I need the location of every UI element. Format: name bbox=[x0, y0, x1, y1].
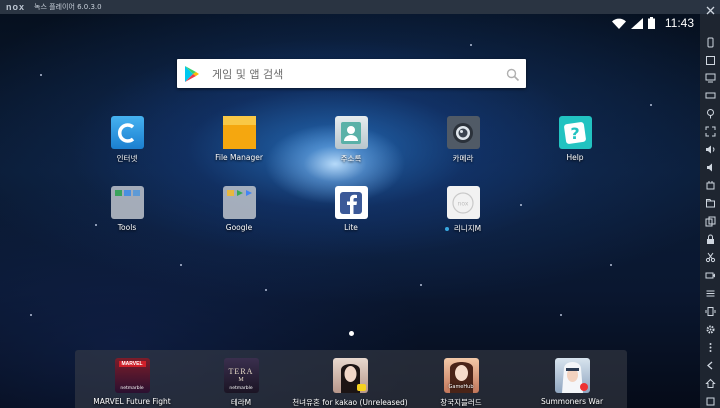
dock-app-marvel-future-fight[interactable]: MARVEL netmarble MARVEL Future Fight bbox=[72, 358, 192, 406]
dock-app-changuk-blood[interactable]: GameHub 창국지블러드 bbox=[401, 358, 521, 408]
app-camera[interactable]: 카메라 bbox=[423, 116, 503, 164]
dock-app-tera-m[interactable]: TERA M netmarble 테라M bbox=[181, 358, 301, 408]
battery-icon bbox=[647, 16, 655, 29]
svg-text:?: ? bbox=[570, 124, 579, 143]
apk-install-icon[interactable] bbox=[704, 179, 716, 191]
dock-app-label: MARVEL Future Fight bbox=[93, 397, 171, 406]
more-icon[interactable] bbox=[704, 341, 716, 353]
keyboard-icon[interactable] bbox=[704, 89, 716, 101]
back-icon[interactable] bbox=[704, 359, 716, 371]
window-title: 녹스 플레이어 6.0.3.0 bbox=[34, 3, 102, 11]
app-tools-folder[interactable]: Tools bbox=[87, 186, 167, 232]
contacts-icon bbox=[334, 116, 368, 149]
dock-app-label: 테라M bbox=[230, 398, 252, 407]
home-icon[interactable] bbox=[704, 377, 716, 389]
search-icon[interactable] bbox=[506, 67, 520, 81]
app-label: 인터넷 bbox=[116, 154, 138, 163]
star bbox=[470, 44, 472, 46]
marvel-logo-text: MARVEL bbox=[118, 361, 146, 367]
dock-app-label: 창국지블러드 bbox=[440, 398, 482, 407]
summoners-war-icon bbox=[554, 358, 590, 393]
star bbox=[40, 74, 42, 76]
signal-icon bbox=[630, 17, 643, 29]
star bbox=[420, 284, 422, 286]
app-label: 리니지M bbox=[444, 223, 482, 234]
search-placeholder[interactable]: 게임 및 앱 검색 bbox=[212, 66, 506, 82]
android-home-screen: 11:43 게임 및 앱 검색 인터넷 File Manager 주소록 카메라… bbox=[0, 14, 700, 408]
app-facebook-lite[interactable]: Lite bbox=[311, 186, 391, 232]
app-label: Lite bbox=[344, 223, 358, 232]
star bbox=[560, 314, 562, 316]
status-clock: 11:43 bbox=[664, 16, 694, 30]
app-label: File Manager bbox=[215, 153, 263, 162]
screenshot-icon[interactable] bbox=[704, 125, 716, 137]
publisher-text: netmarble bbox=[120, 386, 144, 391]
fullscreen-icon[interactable] bbox=[704, 54, 716, 66]
shake-icon[interactable] bbox=[704, 305, 716, 317]
publisher-text: netmarble bbox=[229, 386, 253, 391]
search-bar[interactable]: 게임 및 앱 검색 bbox=[177, 59, 526, 88]
help-icon: ? bbox=[558, 116, 592, 149]
page-indicator bbox=[349, 331, 354, 336]
phone-icon[interactable] bbox=[704, 36, 716, 48]
app-google-folder[interactable]: Google bbox=[199, 186, 279, 232]
volume-down-icon[interactable] bbox=[704, 161, 716, 173]
close-icon[interactable] bbox=[704, 4, 716, 16]
record-icon[interactable] bbox=[704, 269, 716, 281]
tools-folder-icon bbox=[110, 186, 144, 219]
dock-app-label: 천녀유혼 for kakao (Unreleased) bbox=[292, 398, 408, 407]
browser-icon bbox=[110, 116, 144, 149]
google-folder-icon bbox=[222, 186, 256, 219]
new-app-dot bbox=[444, 227, 449, 231]
app-internet[interactable]: 인터넷 bbox=[87, 116, 167, 164]
star bbox=[30, 314, 32, 316]
app-label: Help bbox=[566, 153, 584, 162]
volume-up-icon[interactable] bbox=[704, 143, 716, 155]
publisher-text: GameHub bbox=[448, 384, 474, 390]
facebook-lite-icon bbox=[334, 186, 368, 219]
star bbox=[650, 104, 652, 106]
menu-icon[interactable] bbox=[704, 287, 716, 299]
dock-app-summoners-war[interactable]: Summoners War bbox=[512, 358, 632, 406]
wifi-icon bbox=[611, 18, 626, 29]
app-label: 주소록 bbox=[340, 154, 362, 163]
tera-logo-text: TERA bbox=[228, 367, 254, 376]
folder-icon bbox=[222, 116, 256, 149]
recent-apps-icon[interactable] bbox=[704, 395, 716, 407]
star bbox=[610, 264, 612, 266]
star bbox=[520, 204, 522, 206]
location-icon[interactable] bbox=[704, 107, 716, 119]
emulator-side-toolbar bbox=[700, 6, 720, 408]
emulator-title-bar: nox 녹스 플레이어 6.0.3.0 bbox=[0, 0, 720, 14]
star bbox=[265, 289, 267, 291]
tera-m-icon: TERA M netmarble bbox=[223, 358, 259, 393]
screen-icon[interactable] bbox=[704, 71, 716, 83]
lock-icon[interactable] bbox=[704, 233, 716, 245]
settings-icon[interactable] bbox=[704, 323, 716, 335]
status-bar: 11:43 bbox=[0, 14, 700, 32]
scissors-icon[interactable] bbox=[704, 251, 716, 263]
app-label: Tools bbox=[117, 223, 137, 232]
shared-folder-icon[interactable] bbox=[704, 197, 716, 209]
app-contacts[interactable]: 주소록 bbox=[311, 116, 391, 164]
app-file-manager[interactable]: File Manager bbox=[199, 116, 279, 162]
play-store-icon bbox=[185, 65, 199, 82]
nox-logo: nox bbox=[6, 2, 26, 12]
app-label: 카메라 bbox=[452, 154, 474, 163]
app-lineage-m[interactable]: nox 리니지M bbox=[423, 186, 503, 234]
dock-app-cheonnyeo-yuhon[interactable]: 천녀유혼 for kakao (Unreleased) bbox=[290, 358, 410, 408]
cheonnyeo-yuhon-icon bbox=[332, 358, 368, 393]
changuk-blood-icon: GameHub bbox=[443, 358, 479, 393]
marvel-future-fight-icon: MARVEL netmarble bbox=[114, 358, 150, 393]
dock-app-label: Summoners War bbox=[540, 397, 604, 406]
dock: MARVEL netmarble MARVEL Future Fight TER… bbox=[75, 350, 627, 408]
lineage-m-icon: nox bbox=[446, 186, 480, 219]
camera-icon bbox=[446, 116, 480, 149]
multi-instance-icon[interactable] bbox=[704, 215, 716, 227]
svg-text:nox: nox bbox=[458, 200, 469, 207]
app-help[interactable]: ? Help bbox=[535, 116, 615, 162]
app-label: Google bbox=[225, 223, 253, 232]
app-label-text: 리니지M bbox=[453, 224, 482, 233]
star bbox=[180, 264, 182, 266]
